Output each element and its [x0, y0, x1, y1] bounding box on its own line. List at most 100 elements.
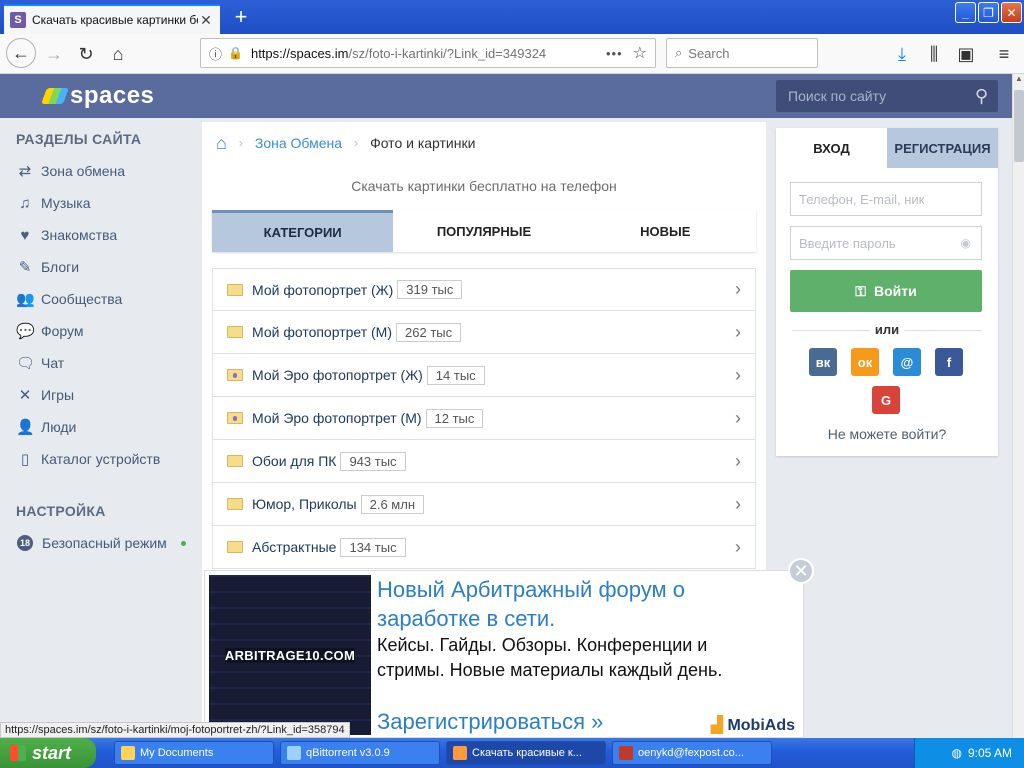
library-icon[interactable]: ⫼	[920, 40, 948, 68]
category-tabs: КАТЕГОРИИ ПОПУЛЯРНЫЕ НОВЫЕ	[212, 210, 756, 252]
ad-image[interactable]: ARBITRAGE10.COM	[209, 575, 371, 735]
close-ad-icon[interactable]: ✕	[788, 558, 814, 584]
close-window-icon[interactable]: ✕	[1001, 2, 1022, 23]
facebook-icon[interactable]: f	[935, 348, 963, 376]
firefox-icon	[453, 746, 467, 760]
page-actions-icon[interactable]: •••	[606, 46, 623, 61]
count-badge: 2.6 млн	[360, 494, 425, 514]
tab-categories[interactable]: КАТЕГОРИИ	[212, 210, 394, 252]
cant-login-link[interactable]: Не можете войти?	[776, 426, 998, 442]
sidebar-item-people[interactable]: 👤 Люди	[16, 415, 76, 439]
list-item[interactable]: Мой Эро фотопортрет (М) 12 тыс ›	[212, 397, 756, 440]
start-button[interactable]: start	[0, 738, 96, 768]
ad-banner[interactable]: ARBITRAGE10.COM Новый Арбитражный форум …	[204, 570, 804, 738]
breadcrumb-separator-icon: ›	[238, 136, 243, 150]
person-icon: 👤	[16, 419, 35, 436]
chat-icon: 🗨	[16, 355, 36, 372]
sidebar-item-blogs[interactable]: ✎ Блоги	[16, 255, 79, 279]
sidebar: РАЗДЕЛЫ САЙТА ⇄ Зона обмена ♫ Музыка ♥ Знак…	[0, 118, 200, 738]
browser-tab[interactable]: S Скачать красивые картинки бе ✕	[4, 4, 220, 34]
odnoklassniki-icon[interactable]: ок	[851, 348, 879, 376]
ad-title[interactable]: Новый Арбитражный форум о заработке в се…	[377, 575, 737, 633]
tab-popular[interactable]: ПОПУЛЯРНЫЕ	[393, 210, 574, 252]
close-tab-icon[interactable]: ✕	[198, 12, 214, 29]
tray-network-icon[interactable]: ◍	[951, 746, 961, 760]
sidebar-item-forum[interactable]: 💬 Форум	[16, 319, 84, 343]
breadcrumb-link-exchange[interactable]: Зона Обмена	[255, 135, 342, 151]
ad-logo: ▟ MobiAds	[710, 717, 795, 734]
site-search-input[interactable]: Поиск по сайту ⚲	[776, 80, 998, 112]
count-badge: 12 тыс	[425, 408, 484, 428]
scroll-up-icon[interactable]: ▲	[1013, 74, 1024, 88]
bookmark-star-icon[interactable]: ☆	[633, 43, 647, 63]
search-icon[interactable]: ⚲	[975, 86, 988, 107]
count-badge: 319 тыс	[397, 280, 463, 299]
sidebar-item-safe-mode[interactable]: 18 Безопасный режим	[16, 531, 186, 555]
forum-icon: 💬	[16, 323, 35, 340]
back-arrow-icon[interactable]: ←	[6, 38, 36, 68]
list-item[interactable]: Юмор, Приколы 2.6 млн ›	[212, 483, 756, 526]
people-icon: 👥	[16, 291, 35, 308]
list-item[interactable]: Мой фотопортрет (М) 262 тыс ›	[212, 311, 756, 354]
tab-register[interactable]: РЕГИСТРАЦИЯ	[887, 128, 998, 168]
list-item[interactable]: Абстрактные 134 тыс ›	[212, 526, 756, 569]
taskbar-item-my-documents[interactable]: My Documents	[114, 741, 274, 765]
info-icon[interactable]: ⓘ	[209, 44, 222, 63]
forward-arrow-icon[interactable]: →	[40, 40, 68, 68]
login-field[interactable]: Телефон, E-mail, ник	[790, 182, 982, 216]
folder-icon	[227, 283, 243, 296]
home-icon[interactable]: ⌂	[104, 40, 132, 68]
status-link-url: https://spaces.im/sz/foto-i-kartinki/moj…	[0, 722, 350, 738]
count-badge: 134 тыс	[340, 537, 406, 557]
auth-tabs: ВХОД РЕГИСТРАЦИЯ	[776, 128, 998, 168]
sidebar-item-exchange[interactable]: ⇄ Зона обмена	[16, 159, 125, 183]
list-item[interactable]: Мой Эро фотопортрет (Ж) 14 тыс ›	[212, 354, 756, 397]
vk-icon[interactable]: вк	[809, 348, 837, 376]
chevron-right-icon: ›	[735, 279, 741, 299]
chevron-right-icon: ›	[735, 450, 741, 471]
sidebar-item-devices[interactable]: ▯ Каталог устройств	[16, 447, 160, 471]
site-header: spaces Поиск по сайту ⚲	[0, 74, 1012, 118]
taskbar-item-browser[interactable]: Скачать красивые к...	[446, 741, 606, 765]
sidebar-toggle-icon[interactable]: ▣	[952, 40, 980, 68]
google-icon[interactable]: G	[872, 386, 900, 414]
chevron-right-icon: ›	[735, 536, 741, 557]
tab-login[interactable]: ВХОД	[776, 128, 887, 168]
tab-new[interactable]: НОВЫЕ	[575, 210, 756, 252]
scrollbar-thumb[interactable]	[1014, 90, 1024, 162]
filezilla-icon	[619, 746, 633, 760]
logo-mark-icon	[41, 88, 69, 104]
password-field[interactable]: Введите пароль ◉	[790, 226, 982, 260]
reload-icon[interactable]: ↻	[72, 40, 100, 68]
url-bar[interactable]: ⓘ 🔒 https://spaces.im/sz/foto-i-kartinki…	[200, 38, 656, 68]
sidebar-item-dating[interactable]: ♥ Знакомства	[16, 223, 118, 247]
new-tab-icon[interactable]: +	[228, 4, 254, 30]
ad-text: Кейсы. Гайды. Обзоры. Конференции и стри…	[377, 635, 723, 680]
sidebar-item-chat[interactable]: 🗨 Чат	[16, 351, 64, 375]
pen-icon: ✎	[18, 259, 32, 276]
download-icon[interactable]: ⤓	[888, 40, 916, 68]
list-item[interactable]: Обои для ПК 943 тыс ›	[212, 440, 756, 483]
browser-tabstrip: S Скачать красивые картинки бе ✕ + _ ❐ ✕	[0, 0, 1024, 34]
menu-icon[interactable]: ≡	[990, 40, 1018, 68]
list-item[interactable]: Мой фотопортрет (Ж) 319 тыс ›	[212, 268, 756, 311]
search-icon: ⌕	[675, 45, 683, 60]
restore-icon[interactable]: ❐	[978, 2, 999, 23]
eye-icon[interactable]: ◉	[961, 236, 971, 250]
browser-search-input[interactable]: ⌕ Search	[666, 38, 818, 68]
folder-person-icon	[227, 369, 243, 381]
sidebar-item-communities[interactable]: 👥 Сообщества	[16, 287, 122, 311]
tray-clock[interactable]: 9:05 AM	[968, 746, 1012, 760]
home-icon[interactable]: ⌂	[216, 133, 227, 154]
minimize-icon[interactable]: _	[955, 2, 976, 23]
taskbar-item-filezilla[interactable]: oenykd@fexpost.co...	[612, 741, 772, 765]
ad-register-link[interactable]: Зарегистрироваться »	[377, 709, 603, 735]
lock-icon: 🔒	[228, 46, 243, 60]
sidebar-item-games[interactable]: ✕ Игры	[16, 383, 74, 407]
taskbar-item-qbittorrent[interactable]: qBittorrent v3.0.9	[280, 741, 440, 765]
mail-icon[interactable]: @	[893, 348, 921, 376]
vertical-scrollbar[interactable]: ▲	[1012, 74, 1024, 738]
sidebar-item-music[interactable]: ♫ Музыка	[16, 191, 90, 215]
login-button[interactable]: ⚿ Войти	[790, 270, 982, 312]
site-logo[interactable]: spaces	[41, 82, 154, 110]
